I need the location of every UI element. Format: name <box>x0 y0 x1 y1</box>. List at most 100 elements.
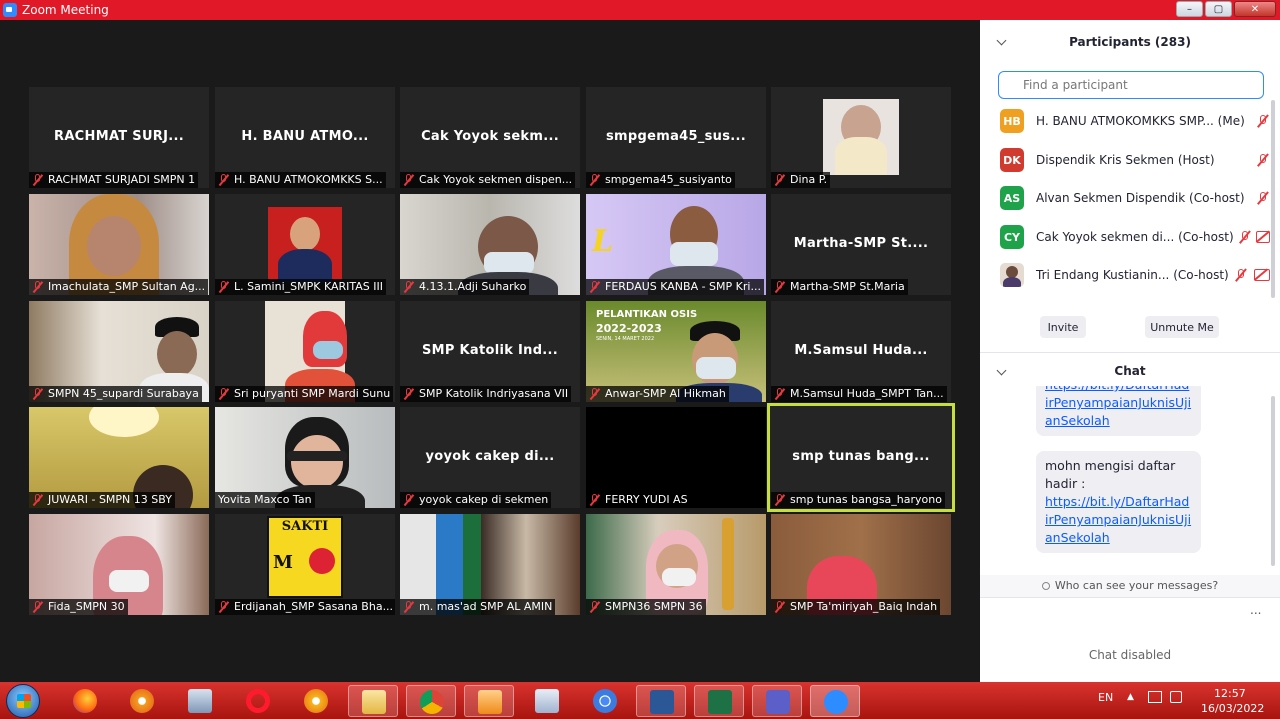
brave-app[interactable] <box>117 685 167 717</box>
network-app[interactable] <box>175 685 225 717</box>
teams-app[interactable] <box>752 685 802 717</box>
video-tile[interactable]: 4.13.1.Adji Suharko <box>400 194 580 295</box>
opera-app[interactable] <box>233 685 283 717</box>
mic-muted-icon <box>774 388 786 400</box>
chat-link[interactable]: https://bit.ly/DaftarHadirPenyampaianJuk… <box>1045 386 1191 428</box>
mic-muted-icon[interactable] <box>1234 268 1248 282</box>
video-tile[interactable]: smpgema45_sus... smpgema45_susiyanto <box>586 87 766 188</box>
video-off-icon[interactable] <box>1254 269 1270 281</box>
video-tile[interactable]: SMP Ta'miriyah_Baiq Indah <box>771 514 951 615</box>
tile-name-label: Erdijanah_SMP Sasana Bha... <box>215 599 395 615</box>
tile-name-label: FERDAUS KANBA - SMP Kri... <box>586 279 764 295</box>
unmute-me-button[interactable]: Unmute Me <box>1145 316 1219 338</box>
tile-name-label: L. Samini_SMPK KARITAS III <box>215 279 386 295</box>
mic-muted-icon <box>32 281 44 293</box>
video-off-icon[interactable] <box>1255 231 1270 243</box>
video-tile[interactable]: SMP Katolik Ind... SMP Katolik Indriyasa… <box>400 301 580 402</box>
word-icon <box>650 690 674 714</box>
tile-display-name: smp tunas bang... <box>792 449 930 464</box>
video-tile[interactable]: L FERDAUS KANBA - SMP Kri... <box>586 194 766 295</box>
mic-muted-icon <box>589 388 601 400</box>
video-tile[interactable]: yoyok cakep di... yoyok cakep di sekmen <box>400 407 580 508</box>
media-player-app[interactable] <box>464 685 514 717</box>
clock-time[interactable]: 12:57 <box>1214 687 1246 700</box>
video-tile[interactable]: m. mas'ad SMP AL AMIN <box>400 514 580 615</box>
who-can-see-messages[interactable]: Who can see your messages? <box>980 575 1280 597</box>
participant-row[interactable]: CY Cak Yoyok sekmen di... (Co-host) <box>1000 224 1270 250</box>
start-button[interactable] <box>6 684 40 718</box>
chrome-app-2[interactable] <box>580 685 630 717</box>
maximize-button[interactable]: ▢ <box>1205 1 1232 17</box>
mic-muted-icon[interactable] <box>1256 114 1270 128</box>
participant-search-input[interactable] <box>998 71 1264 99</box>
video-tile-active-speaker[interactable]: smp tunas bang... smp tunas bangsa_haryo… <box>767 403 955 512</box>
tile-name-label: H. BANU ATMOKOMKKS S... <box>215 172 386 188</box>
video-tile[interactable]: Imachulata_SMP Sultan Ag... <box>29 194 209 295</box>
browser-app[interactable] <box>291 685 341 717</box>
chrome-app[interactable] <box>406 685 456 717</box>
folder-icon <box>362 690 386 714</box>
language-indicator[interactable]: EN <box>1098 691 1113 704</box>
video-tile[interactable]: L. Samini_SMPK KARITAS III <box>215 194 395 295</box>
clock-date[interactable]: 16/03/2022 <box>1201 702 1264 715</box>
mic-muted-icon <box>32 174 44 186</box>
excel-app[interactable] <box>694 685 744 717</box>
action-center-icon[interactable] <box>1170 691 1182 703</box>
video-tile[interactable]: PELANTIKAN OSIS 2022-2023 SENIN, 14 MARE… <box>586 301 766 402</box>
tile-name-label: JUWARI - SMPN 13 SBY <box>29 492 175 508</box>
mic-muted-icon <box>403 281 415 293</box>
close-button[interactable]: ✕ <box>1234 1 1276 17</box>
participant-name: Tri Endang Kustianin... (Co-host) <box>1036 268 1229 282</box>
video-tile[interactable]: Dina P. <box>771 87 951 188</box>
tile-name-label: Sri puryanti SMP Mardi Sunu <box>215 386 394 402</box>
tile-name-label: Fida_SMPN 30 <box>29 599 128 615</box>
mic-muted-icon <box>32 494 44 506</box>
firefox-app[interactable] <box>60 685 110 717</box>
invite-button[interactable]: Invite <box>1040 316 1086 338</box>
mic-muted-icon <box>403 388 415 400</box>
windows-taskbar: EN ▲ 12:57 16/03/2022 <box>0 682 1280 719</box>
chat-message-text: mohn mengisi daftar hadir : <box>1045 458 1176 491</box>
participant-row[interactable]: AS Alvan Sekmen Dispendik (Co-host) <box>1000 185 1270 211</box>
tile-name-label: SMP Katolik Indriyasana VII <box>400 386 572 402</box>
more-options-button[interactable]: ... <box>1250 603 1261 617</box>
show-hidden-icons-button[interactable]: ▲ <box>1127 692 1134 702</box>
avatar: CY <box>1000 225 1024 249</box>
participant-row[interactable]: DK Dispendik Kris Sekmen (Host) <box>1000 147 1270 173</box>
minimize-button[interactable]: – <box>1176 1 1203 17</box>
video-tile[interactable]: Sri puryanti SMP Mardi Sunu <box>215 301 395 402</box>
tile-name-label: 4.13.1.Adji Suharko <box>400 279 530 295</box>
mic-muted-icon[interactable] <box>1256 191 1270 205</box>
video-tile[interactable]: SAKTI M Erdijanah_SMP Sasana Bha... <box>215 514 395 615</box>
video-tile[interactable]: FERRY YUDI AS <box>586 407 766 508</box>
tile-display-name: SMP Katolik Ind... <box>421 343 559 358</box>
video-tile[interactable]: Fida_SMPN 30 <box>29 514 209 615</box>
video-tile[interactable]: Yovita Maxco Tan <box>215 407 395 508</box>
word-app[interactable] <box>636 685 686 717</box>
mic-muted-icon[interactable] <box>1238 230 1250 244</box>
video-tile[interactable]: JUWARI - SMPN 13 SBY <box>29 407 209 508</box>
zoom-app[interactable] <box>810 685 860 717</box>
chrome-icon <box>420 690 444 714</box>
video-tile[interactable]: Cak Yoyok sekm... Cak Yoyok sekmen dispe… <box>400 87 580 188</box>
participant-row[interactable]: Tri Endang Kustianin... (Co-host) <box>1000 262 1270 288</box>
keyboard-app[interactable] <box>522 685 572 717</box>
participants-title: Participants (283) <box>1069 35 1191 49</box>
mic-muted-icon[interactable] <box>1256 153 1270 167</box>
video-tile[interactable]: SMPN36 SMPN 36 <box>586 514 766 615</box>
video-tile[interactable]: M.Samsul Huda... M.Samsul Huda_SMPT Tan.… <box>771 301 951 402</box>
chat-link[interactable]: https://bit.ly/DaftarHadirPenyampaianJuk… <box>1045 494 1191 545</box>
chat-message: mohn mengisi daftar hadir : https://bit.… <box>1036 451 1201 553</box>
participants-scrollbar[interactable] <box>1271 100 1275 298</box>
video-tile[interactable]: H. BANU ATMO... H. BANU ATMOKOMKKS S... <box>215 87 395 188</box>
video-tile[interactable]: SMPN 45_supardi Surabaya <box>29 301 209 402</box>
file-explorer-app[interactable] <box>348 685 398 717</box>
participant-name: H. BANU ATMOKOMKKS SMP... (Me) <box>1036 114 1245 128</box>
video-tile[interactable]: Martha-SMP St.... Martha-SMP St.Maria <box>771 194 951 295</box>
participant-row[interactable]: HB H. BANU ATMOKOMKKS SMP... (Me) <box>1000 108 1270 134</box>
video-tile[interactable]: RACHMAT SURJ... RACHMAT SURJADI SMPN 1 <box>29 87 209 188</box>
person-icon <box>1041 582 1050 590</box>
chat-scrollbar[interactable] <box>1271 396 1275 566</box>
participant-name: Cak Yoyok sekmen di... (Co-host) <box>1036 230 1234 244</box>
network-tray-icon[interactable] <box>1148 691 1162 703</box>
